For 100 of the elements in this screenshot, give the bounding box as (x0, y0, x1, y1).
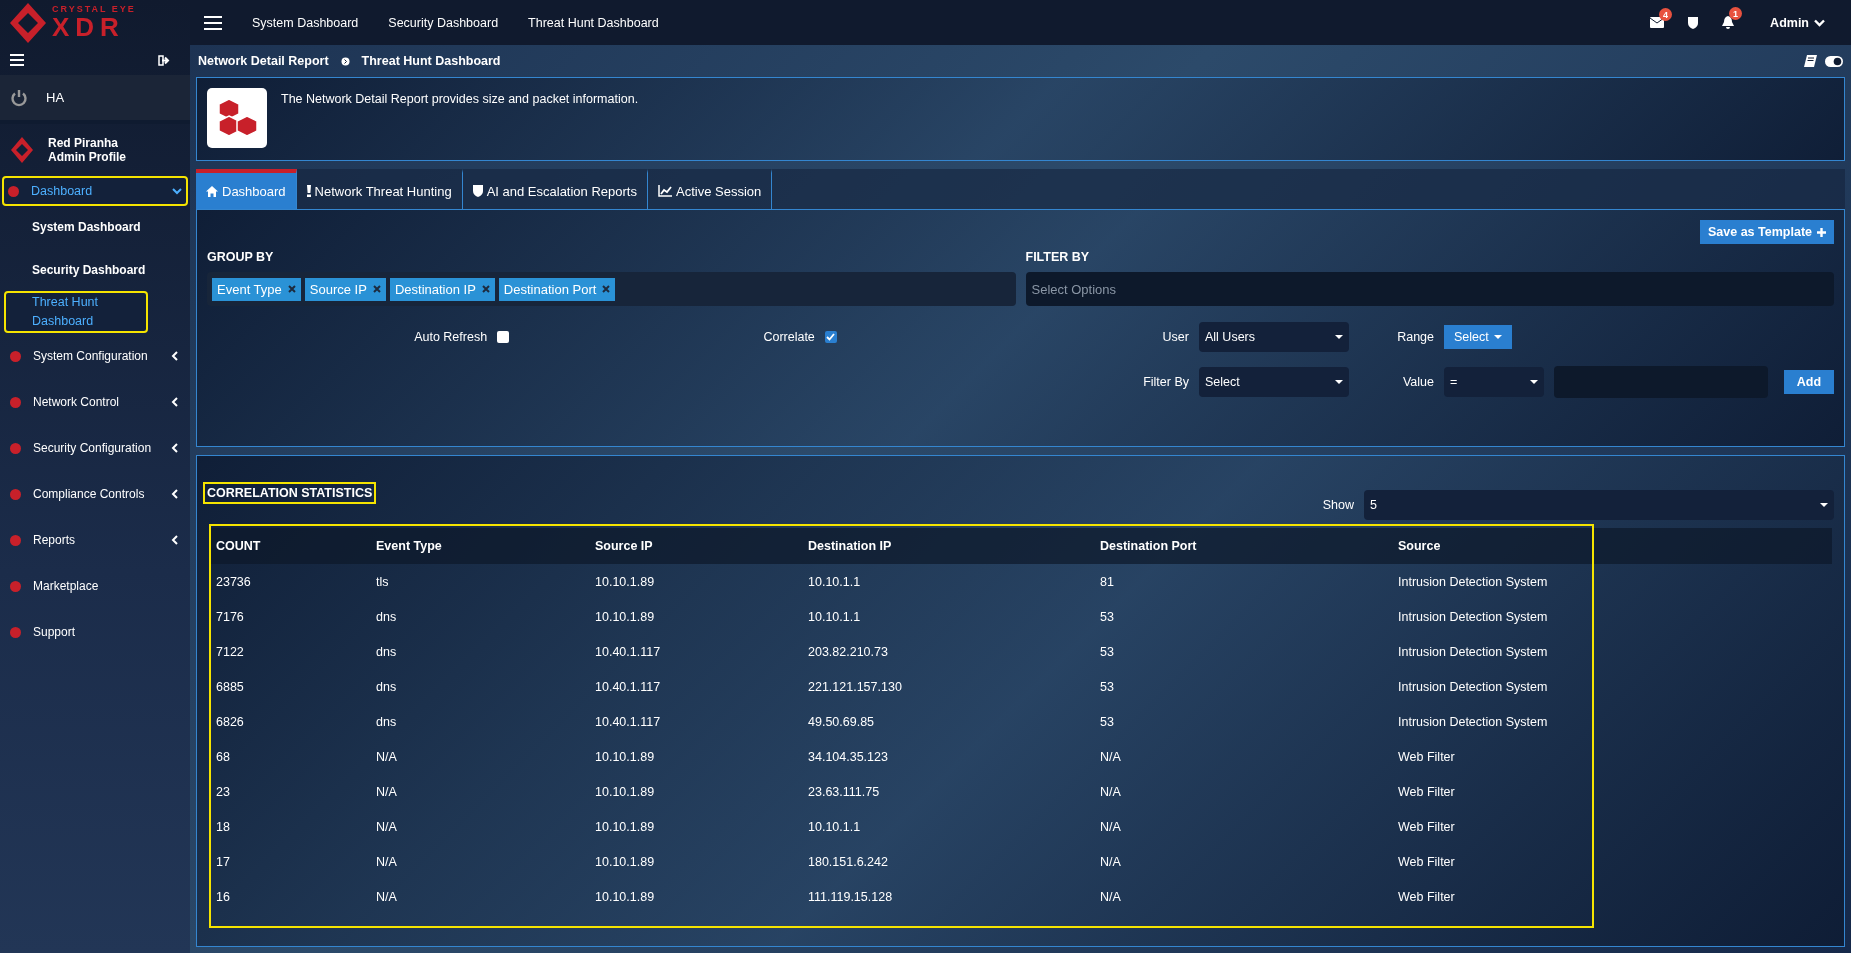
show-label: Show (1322, 498, 1354, 512)
breadcrumb-link[interactable]: Network Detail Report (198, 54, 329, 68)
filter-by-select[interactable]: Select (1199, 367, 1349, 397)
value-label: Value (1401, 375, 1434, 389)
table-cell-text: 53 (1099, 714, 1115, 729)
column-header[interactable]: Destination Port (1093, 539, 1391, 553)
menu-icon[interactable] (204, 15, 222, 30)
table-cell-text: 53 (1099, 644, 1115, 659)
remove-icon[interactable] (287, 285, 296, 293)
table-cell-text: 10.40.1.117 (594, 714, 662, 729)
column-header[interactable]: Source (1391, 539, 1832, 553)
menu-item-icon (8, 185, 19, 197)
sidebar-item[interactable]: Network Control (0, 379, 190, 426)
exclamation-icon (306, 185, 311, 197)
shield-icon[interactable] (1688, 16, 1699, 29)
table-cell-text: 17 (215, 854, 231, 869)
add-button[interactable]: Add (1784, 370, 1834, 394)
power-icon[interactable] (10, 88, 28, 107)
filter-by-title: FILTER BY (1025, 250, 1090, 264)
chevron-left-icon (170, 397, 180, 408)
book-icon[interactable] (1804, 55, 1817, 67)
range-button[interactable]: Select (1444, 325, 1512, 349)
table-cell-text: Web Filter (1397, 854, 1456, 869)
sidebar-subitem[interactable]: Security Dashboard (0, 248, 190, 292)
ha-label: HA (46, 90, 65, 105)
breadcrumb-separator-icon (340, 56, 350, 66)
chevron-left-icon (170, 351, 180, 362)
table-cell-text: 180.151.6.242 (807, 854, 889, 869)
column-header[interactable]: Source IP (588, 539, 801, 553)
auto-refresh-label: Auto Refresh (414, 330, 488, 344)
remove-icon[interactable] (602, 285, 611, 293)
info-text: The Network Detail Report provides size and packet information. (281, 91, 639, 106)
range-label: Range (1396, 330, 1434, 344)
column-header[interactable]: Event Type (369, 539, 588, 553)
table-cell-text: 221.121.157.130 (807, 679, 903, 694)
table-cell-text: 23736 (215, 574, 252, 589)
chart-icon (657, 185, 672, 197)
table-cell-text: Web Filter (1397, 749, 1456, 764)
mail-icon[interactable] (1650, 17, 1665, 28)
checkbox[interactable] (497, 331, 510, 343)
value-field[interactable] (1554, 366, 1768, 398)
top-nav-link[interactable]: Threat Hunt Dashboard (528, 15, 659, 30)
menu-item-icon (10, 488, 21, 500)
notification-badge: 1 (1729, 7, 1743, 20)
table-cell-text: dns (375, 714, 398, 729)
table-cell-text: N/A (1099, 819, 1122, 834)
table-cell-text: N/A (375, 854, 398, 869)
user-select[interactable]: All Users (1199, 322, 1349, 352)
table-cell-text: dns (375, 679, 398, 694)
top-nav-link[interactable]: System Dashboard (252, 15, 359, 30)
toggle-icon[interactable] (1825, 55, 1843, 67)
remove-icon[interactable] (481, 285, 490, 293)
show-select[interactable]: 5 (1364, 490, 1834, 520)
sidebar-subitem[interactable]: Threat Hunt Dashboard (4, 291, 148, 334)
table-cell-text: Web Filter (1397, 784, 1456, 799)
table-cell-text: 18 (215, 819, 231, 834)
sidebar-item[interactable]: Compliance Controls (0, 471, 190, 518)
filter-by-label: Filter By (1142, 375, 1189, 389)
table-cell-text: dns (375, 644, 398, 659)
table-cell-text: 7122 (215, 644, 245, 659)
column-header[interactable]: Destination IP (801, 539, 1093, 553)
filter-by-field[interactable]: Select Options (1025, 272, 1834, 306)
table-cell-text: 10.10.1.89 (594, 784, 656, 799)
column-header[interactable]: COUNT (209, 539, 369, 553)
remove-icon[interactable] (372, 285, 381, 293)
menu-icon[interactable] (10, 54, 24, 66)
operator-select[interactable]: = (1444, 367, 1544, 397)
sidebar-item[interactable]: Marketplace (0, 563, 190, 610)
section-title: CORRELATION STATISTICS (203, 482, 377, 504)
table-cell-text: 7176 (215, 609, 245, 624)
profile-logo-icon (10, 136, 34, 164)
tab[interactable]: Dashboard (196, 169, 297, 209)
sidebar-item[interactable]: Dashboard (2, 176, 188, 206)
table-cell-text: N/A (375, 749, 398, 764)
table-cell-text: Intrusion Detection System (1397, 574, 1549, 589)
logout-icon[interactable] (158, 54, 170, 66)
table-cell-text: 23.63.111.75 (807, 784, 881, 799)
sidebar-item[interactable]: Security Configuration (0, 425, 190, 472)
table-cell-text: 10.10.1.89 (594, 749, 656, 764)
sidebar-item[interactable]: Reports (0, 517, 190, 564)
sidebar-item[interactable]: System Configuration (0, 333, 190, 380)
sidebar-subitem[interactable]: System Dashboard (0, 206, 190, 249)
user-menu[interactable]: Admin (1764, 14, 1831, 31)
menu-item-icon (10, 396, 21, 408)
top-nav-link[interactable]: Security Dashboard (388, 15, 499, 30)
user-label: User (1161, 330, 1189, 344)
profile-name: Red Piranha (48, 136, 120, 150)
bell-icon[interactable] (1722, 16, 1735, 29)
save-template-button[interactable]: Save as Template (1700, 220, 1834, 244)
checkbox[interactable] (824, 331, 837, 343)
table-cell-text: Intrusion Detection System (1397, 609, 1549, 624)
table-cell-text: 23 (215, 784, 231, 799)
table-cell-text: 10.10.1.1 (807, 609, 862, 624)
breadcrumb-current: Threat Hunt Dashboard (361, 54, 501, 68)
table-cell-text: 49.50.69.85 (807, 714, 876, 729)
table-cell-text: 10.10.1.1 (807, 574, 862, 589)
table-cell-text: 10.10.1.89 (594, 574, 656, 589)
sidebar-item[interactable]: Support (0, 609, 190, 656)
table-cell-text: N/A (375, 889, 398, 904)
table-cell-text: N/A (375, 819, 398, 834)
